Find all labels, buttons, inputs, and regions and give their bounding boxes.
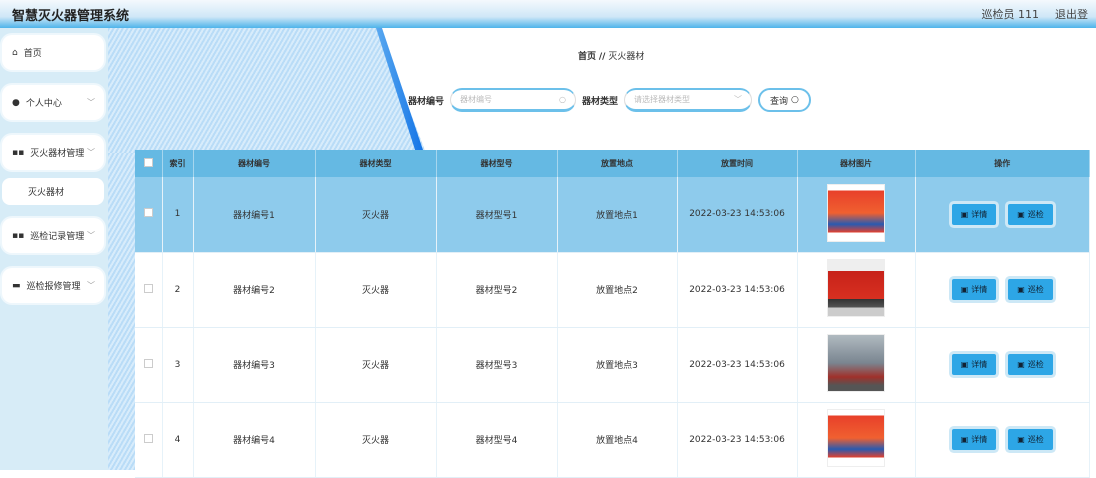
- breadcrumb-current: 灭火器材: [608, 52, 645, 62]
- document-icon: ▣: [1017, 285, 1025, 294]
- sidebar-item-repair[interactable]: ▬ 巡检报修管理 ﹀: [2, 268, 104, 303]
- sidebar-item-inspection[interactable]: ▪▪ 巡检记录管理 ﹀: [2, 218, 104, 253]
- home-icon: ⌂: [12, 47, 18, 58]
- chevron-down-icon: ﹀: [734, 95, 743, 104]
- equipment-image[interactable]: [827, 334, 885, 392]
- sidebar: ⌂ 首页 ● 个人中心 ﹀ ▪▪ 灭火器材管理 ﹀ 灭火器材 ▪▪ 巡检记录管理 ﹀ ▬ 巡检报…: [0, 28, 108, 470]
- background-decoration: [108, 28, 426, 153]
- logout-link[interactable]: 退出登: [1055, 6, 1088, 22]
- inspect-button[interactable]: ▣ 巡检: [1008, 279, 1053, 300]
- detail-button[interactable]: ▣ 详情: [951, 203, 997, 225]
- search-icon: ○: [791, 95, 799, 105]
- equipment-image[interactable]: [827, 409, 885, 467]
- sidebar-item-home[interactable]: ⌂ 首页: [2, 35, 104, 70]
- type-select[interactable]: 请选择器材类型 ﹀: [624, 88, 753, 112]
- document-icon: ▣: [1017, 435, 1025, 444]
- breadcrumb: 首页 // 灭火器材: [578, 52, 645, 62]
- app-title: 智慧灭火器管理系统: [12, 8, 130, 24]
- detail-button[interactable]: ▣ 详情: [951, 354, 997, 375]
- document-icon: ▣: [1017, 360, 1025, 369]
- user-icon: ●: [12, 97, 20, 108]
- equipment-image[interactable]: [827, 183, 885, 242]
- row-checkbox[interactable]: [135, 327, 163, 403]
- grid-icon: ▪▪: [12, 230, 25, 241]
- detail-button[interactable]: ▣ 详情: [951, 429, 997, 450]
- table-row[interactable]: 1 器材编号1 灭火器 器材型号1 放置地点1 2022-03-23 14:53…: [135, 177, 1090, 253]
- equipment-image[interactable]: [827, 259, 885, 317]
- equipment-table: 索引 器材编号 器材类型 器材型号 放置地点 放置时间 器材图片 操作 1 器材编号1 灭火器…: [135, 150, 1090, 478]
- sidebar-item-equipment[interactable]: ▪▪ 灭火器材管理 ﹀: [2, 135, 104, 170]
- chevron-down-icon: ﹀: [87, 148, 95, 157]
- select-all-checkbox[interactable]: [135, 150, 163, 177]
- document-icon: ▣: [960, 360, 969, 369]
- inspect-button[interactable]: ▣ 巡检: [1008, 354, 1053, 375]
- code-search-input[interactable]: 器材编号 ○: [450, 88, 577, 112]
- inspect-button[interactable]: ▣ 巡检: [1008, 203, 1053, 225]
- search-bar: 器材编号 器材编号 ○ 器材类型 请选择器材类型 ﹀ 查询 ○: [408, 88, 811, 112]
- table-row[interactable]: 4 器材编号4 灭火器 器材型号4 放置地点4 2022-03-23 14:53…: [135, 402, 1090, 478]
- row-checkbox[interactable]: [135, 177, 163, 253]
- table-row[interactable]: 2 器材编号2 灭火器 器材型号2 放置地点2 2022-03-23 14:53…: [135, 252, 1090, 328]
- document-icon: ▣: [960, 435, 969, 444]
- inspect-button[interactable]: ▣ 巡检: [1008, 429, 1053, 450]
- document-icon: ▣: [1017, 209, 1025, 219]
- table-row[interactable]: 3 器材编号3 灭火器 器材型号3 放置地点3 2022-03-23 14:53…: [135, 327, 1090, 403]
- sidebar-item-profile[interactable]: ● 个人中心 ﹀: [2, 85, 104, 120]
- chevron-down-icon: ﹀: [87, 281, 95, 290]
- sidebar-subitem-extinguisher[interactable]: 灭火器材: [2, 178, 104, 205]
- document-icon: ▣: [960, 285, 969, 294]
- detail-button[interactable]: ▣ 详情: [951, 279, 997, 300]
- briefcase-icon: ▬: [12, 280, 21, 291]
- chevron-down-icon: ﹀: [87, 98, 95, 107]
- user-name[interactable]: 巡检员 111: [982, 6, 1040, 22]
- header: 智慧灭火器管理系统 巡检员 111 退出登: [0, 0, 1096, 28]
- row-checkbox[interactable]: [135, 252, 163, 328]
- grid-icon: ▪▪: [12, 147, 25, 158]
- breadcrumb-home[interactable]: 首页: [578, 52, 596, 62]
- search-icon: ○: [559, 95, 567, 104]
- document-icon: ▣: [960, 209, 969, 219]
- background-decoration: [108, 153, 135, 470]
- query-button[interactable]: 查询 ○: [758, 88, 811, 112]
- chevron-down-icon: ﹀: [87, 231, 95, 240]
- row-checkbox[interactable]: [135, 402, 163, 478]
